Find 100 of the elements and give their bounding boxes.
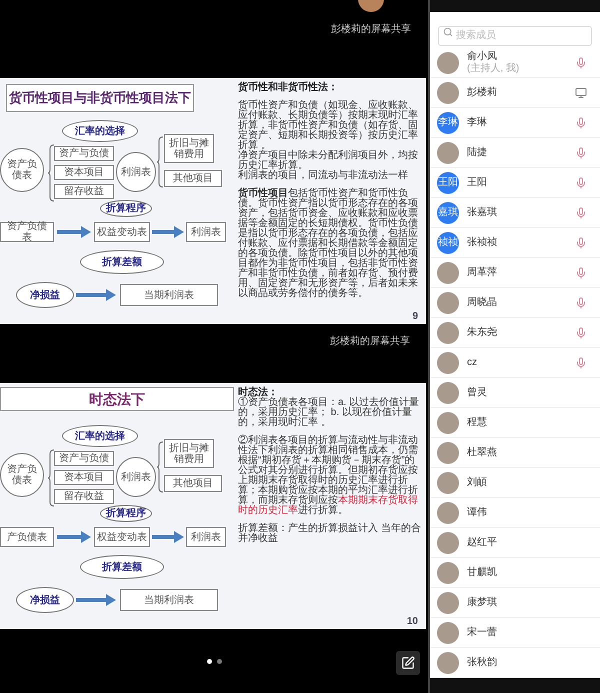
member-row[interactable]: 甘麒凯: [430, 558, 600, 588]
microphone-icon[interactable]: [575, 206, 587, 218]
member-name: 张嘉琪: [467, 206, 498, 218]
member-row[interactable]: 彭楼莉: [430, 78, 600, 108]
member-name: 刘頔: [467, 476, 488, 488]
diagram-box: 折旧与摊销费用: [164, 134, 214, 163]
member-row[interactable]: 俞小凤 (主持人, 我): [430, 48, 600, 78]
diagram-box: 资产与负债: [54, 146, 114, 161]
member-name: 彭楼莉: [467, 86, 498, 98]
member-row[interactable]: 宋一蕾: [430, 618, 600, 648]
avatar: [437, 262, 459, 284]
pen-icon: [401, 656, 415, 670]
screen-share-label: 彭楼莉的屏幕共享: [331, 22, 411, 37]
ellipse-label: 净损益: [16, 587, 74, 613]
member-name: 曾灵: [467, 386, 488, 398]
ellipse-label: 折算程序: [100, 200, 152, 217]
diagram-box: 资产与负债: [54, 451, 114, 466]
avatar: [437, 472, 459, 494]
microphone-icon[interactable]: [575, 56, 587, 68]
member-name: 谭伟: [467, 506, 488, 518]
avatar: [437, 322, 459, 344]
diagram-box: 留存收益: [54, 184, 114, 199]
member-row[interactable]: cz: [430, 348, 600, 378]
avatar: 王阳: [437, 172, 459, 194]
circle-label: 资产负债表: [0, 453, 44, 497]
microphone-icon[interactable]: [575, 236, 587, 248]
diagram-box: 资本项目: [54, 165, 114, 180]
slide-title: 时态法下: [0, 387, 234, 411]
member-row[interactable]: 李琳 李琳: [430, 108, 600, 138]
avatar: [437, 52, 459, 74]
member-row[interactable]: 陆捷: [430, 138, 600, 168]
annotate-button[interactable]: [396, 651, 420, 675]
member-role: (主持人, 我): [467, 62, 520, 74]
member-name: 王阳: [467, 176, 488, 188]
curly-brace: [47, 449, 55, 507]
microphone-icon[interactable]: [575, 266, 587, 278]
diagram-box: 留存收益: [54, 489, 114, 504]
note-paragraph: 利润表的项目，同流动与非流动法一样: [238, 171, 409, 181]
ellipse-label: 汇率的选择: [62, 425, 138, 447]
arrow: [152, 226, 184, 238]
member-name: 俞小凤: [467, 50, 498, 62]
diagram-box: 其他项目: [164, 475, 222, 492]
member-name: 宋一蕾: [467, 626, 498, 638]
member-name: 程慧: [467, 416, 488, 428]
diagram-box: 资本项目: [54, 470, 114, 485]
member-row[interactable]: 王阳 王阳: [430, 168, 600, 198]
member-row[interactable]: 谭伟: [430, 498, 600, 528]
avatar: [437, 502, 459, 524]
member-name: 康梦琪: [467, 596, 498, 608]
avatar: 李琳: [437, 112, 459, 134]
search-field[interactable]: 搜索成员: [438, 26, 592, 46]
note-paragraph: ①资产负债表各项目：a. 以过去价值计量的，采用历史汇率； b. 以现在价值计量的，采用现时汇率 。: [238, 398, 420, 428]
member-row[interactable]: 康梦琪: [430, 588, 600, 618]
avatar: [437, 592, 459, 614]
slide-title: 货币性项目与非货币性项目法下: [6, 84, 194, 112]
member-row[interactable]: 程慧: [430, 408, 600, 438]
avatar: [437, 82, 459, 104]
ellipse-label: 折算差额: [80, 555, 164, 579]
microphone-icon[interactable]: [575, 116, 587, 128]
microphone-icon[interactable]: [575, 326, 587, 338]
microphone-icon[interactable]: [575, 146, 587, 158]
ellipse-label: 汇率的选择: [62, 120, 138, 142]
member-row[interactable]: 周革萍: [430, 258, 600, 288]
member-row[interactable]: 祯祯 张祯祯: [430, 228, 600, 258]
member-name: 甘麒凯: [467, 566, 498, 578]
avatar: [437, 352, 459, 374]
page-number: 9: [412, 311, 418, 322]
member-row[interactable]: 周晓晶: [430, 288, 600, 318]
member-row[interactable]: 朱东尧: [430, 318, 600, 348]
circle-label: 利润表: [116, 152, 156, 192]
circle-label: 资产负债表: [0, 148, 44, 192]
arrow: [76, 289, 116, 301]
member-name: cz: [467, 356, 478, 368]
microphone-icon[interactable]: [575, 176, 587, 188]
member-row[interactable]: 杜翠燕: [430, 438, 600, 468]
member-row[interactable]: 赵红平: [430, 528, 600, 558]
member-name: 张秋韵: [467, 656, 498, 668]
member-row[interactable]: 嘉琪 张嘉琪: [430, 198, 600, 228]
arrow: [57, 226, 91, 238]
page-number: 10: [406, 616, 418, 627]
microphone-icon[interactable]: [575, 296, 587, 308]
diagram-box: 权益变动表: [94, 222, 150, 242]
avatar: [437, 622, 459, 644]
member-name: 朱东尧: [467, 326, 498, 338]
member-name: 陆捷: [467, 146, 488, 158]
circle-label: 利润表: [116, 457, 156, 497]
member-name: 周革萍: [467, 266, 498, 278]
diagram-box: 权益变动表: [94, 527, 150, 547]
avatar: 祯祯: [437, 232, 459, 254]
member-row[interactable]: 曾灵: [430, 378, 600, 408]
microphone-icon[interactable]: [575, 356, 587, 368]
diagram-box: 利润表: [186, 527, 226, 547]
diagram-box: 其他项目: [164, 170, 222, 187]
arrow: [57, 531, 91, 543]
member-row[interactable]: 刘頔: [430, 468, 600, 498]
screen-icon[interactable]: [575, 86, 587, 98]
screen-share-label: 彭楼莉的屏幕共享: [330, 334, 410, 346]
diagram-box: 当期利润表: [120, 589, 218, 611]
avatar: [437, 382, 459, 404]
ellipse-label: 折算程序: [100, 505, 152, 522]
